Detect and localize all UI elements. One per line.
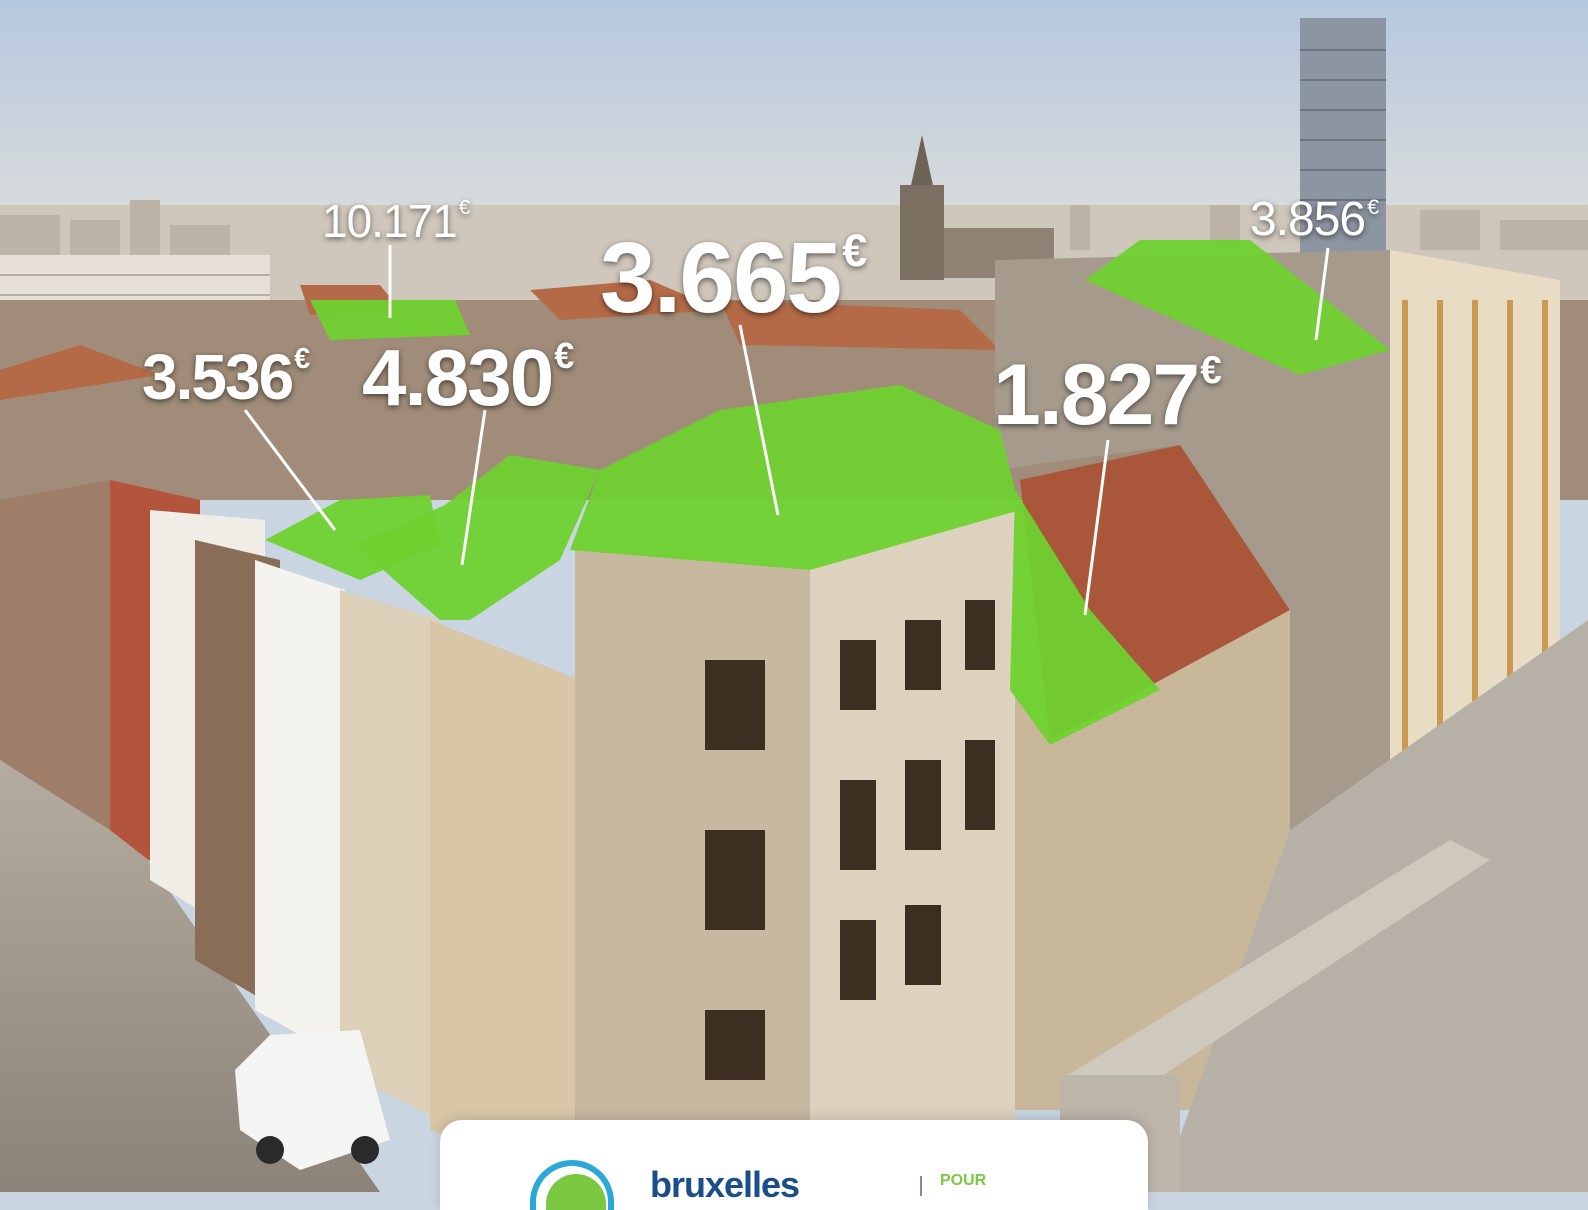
price-label: 10.171€ <box>322 195 471 247</box>
corner-building <box>575 505 1015 1192</box>
price-label: 3.856€ <box>1250 196 1379 244</box>
bruxelles-environnement-logo-icon <box>530 1160 614 1210</box>
currency-symbol: € <box>294 343 311 375</box>
price-label: 4.830€ <box>362 338 574 418</box>
brand-name: bruxelles <box>650 1164 800 1205</box>
price-label: 3.536€ <box>142 345 310 409</box>
divider <box>920 1176 922 1196</box>
price-value: 10.171 <box>322 195 458 247</box>
currency-symbol: € <box>1367 194 1380 219</box>
currency-symbol: € <box>1200 349 1222 392</box>
price-value: 4.830 <box>362 333 554 422</box>
price-label: 3.665€ <box>600 228 867 328</box>
brand-tagline: POUR <box>940 1172 987 1189</box>
price-value: 3.536 <box>142 341 294 413</box>
price-value: 1.827 <box>993 347 1200 443</box>
brand-card: bruxelles POUR <box>440 1120 1148 1210</box>
city-rooftops-scene <box>0 0 1588 1192</box>
currency-symbol: € <box>458 196 471 219</box>
currency-symbol: € <box>842 225 868 276</box>
price-value: 3.665 <box>600 222 842 334</box>
currency-symbol: € <box>554 335 575 376</box>
price-value: 3.856 <box>1250 193 1366 246</box>
price-label: 1.827€ <box>993 349 1222 438</box>
